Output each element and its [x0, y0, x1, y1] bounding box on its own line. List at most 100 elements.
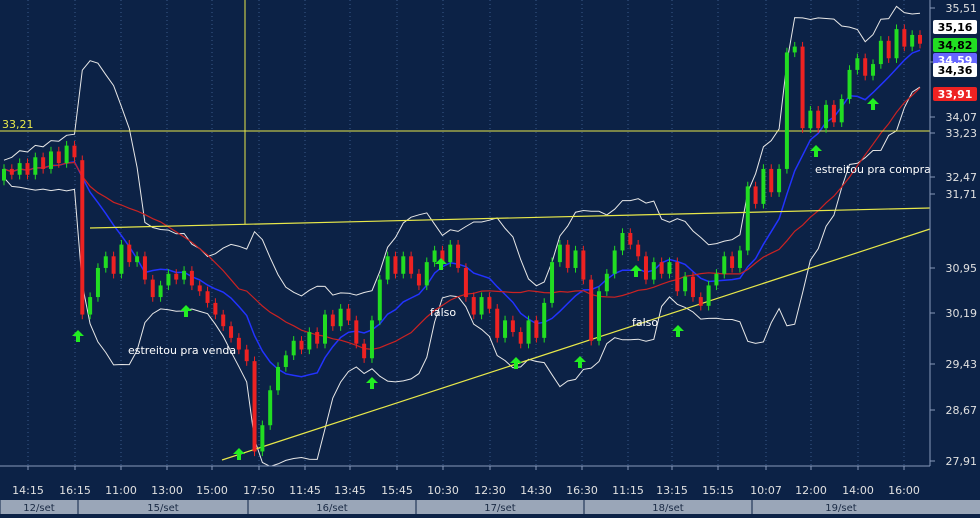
candle: [620, 233, 625, 251]
candle: [902, 29, 907, 47]
x-tick-label: 17:50: [243, 484, 275, 497]
candle: [690, 276, 695, 298]
candle: [354, 320, 359, 344]
candle: [260, 425, 265, 452]
annotation-label: falso: [430, 306, 456, 319]
candle: [722, 256, 727, 274]
annotation-label: falso: [632, 316, 658, 329]
y-tick-label: 30,19: [946, 307, 978, 320]
candle: [276, 366, 281, 391]
candle: [56, 151, 61, 164]
x-tick-label: 14:30: [520, 484, 552, 497]
candle: [487, 297, 492, 309]
annotation-label: estreitou pra venda: [128, 344, 236, 357]
x-tick-label: 13:45: [334, 484, 366, 497]
date-label: 18/set: [652, 503, 683, 514]
price-tag-label: 35,16: [938, 21, 973, 34]
candle: [745, 186, 750, 251]
candle: [824, 104, 829, 129]
candle: [103, 256, 108, 268]
candle: [268, 390, 273, 426]
candle: [315, 332, 320, 344]
candle: [385, 256, 390, 280]
candle: [111, 256, 116, 274]
candle: [25, 163, 30, 175]
x-tick-label: 11:45: [289, 484, 321, 497]
candle: [182, 270, 187, 280]
hline-value-label: 33,21: [2, 118, 34, 131]
y-tick-label: 33,23: [946, 127, 978, 140]
candle: [816, 110, 821, 129]
candle: [166, 273, 171, 286]
price-tag-label: 34,82: [938, 39, 973, 52]
candle: [463, 267, 468, 298]
x-tick-label: 12:00: [795, 484, 827, 497]
candle: [526, 320, 531, 344]
candle: [730, 256, 735, 268]
candle: [667, 262, 672, 274]
candle: [244, 349, 249, 362]
y-tick-label: 34,07: [946, 111, 978, 124]
x-tick-label: 12:30: [474, 484, 506, 497]
y-tick-label: 28,67: [946, 404, 978, 417]
candle: [80, 160, 85, 315]
candle: [612, 250, 617, 274]
candle: [878, 40, 883, 65]
candle: [886, 40, 891, 59]
x-tick-label: 11:00: [105, 484, 137, 497]
candle: [542, 302, 547, 338]
date-label: 12/set: [23, 503, 54, 514]
candle: [698, 297, 703, 306]
candle: [119, 244, 124, 274]
candle: [197, 285, 202, 292]
candle: [393, 256, 398, 274]
x-tick-label: 14:15: [12, 484, 44, 497]
candle: [784, 52, 789, 169]
date-label: 15/set: [147, 503, 178, 514]
candle: [636, 244, 641, 257]
candle: [581, 250, 586, 280]
candle: [918, 34, 922, 44]
candle: [377, 279, 382, 321]
candle: [9, 168, 14, 175]
candle: [150, 279, 155, 298]
y-tick-label: 32,47: [946, 171, 978, 184]
y-tick-label: 35,51: [946, 2, 978, 15]
candle: [518, 332, 523, 344]
candle: [330, 314, 335, 327]
candle: [495, 308, 500, 338]
candle: [550, 262, 555, 303]
y-axis-panel: [930, 0, 980, 514]
candle: [643, 256, 648, 280]
candle: [33, 157, 38, 175]
candle: [369, 320, 374, 359]
candle: [299, 340, 304, 350]
x-tick-label: 16:15: [59, 484, 91, 497]
candle: [683, 276, 688, 292]
candle: [2, 168, 6, 181]
candle: [777, 168, 782, 193]
candle: [847, 69, 852, 100]
candle: [322, 314, 327, 344]
chart-area: estreitou pra venda falso falso estreitou p…: [0, 0, 980, 514]
candle: [401, 256, 406, 274]
candle: [41, 157, 46, 169]
candle: [808, 110, 813, 129]
y-tick-label: 30,95: [946, 262, 978, 275]
candle: [714, 273, 719, 286]
candle: [307, 332, 312, 350]
candle: [17, 163, 22, 175]
candle: [221, 314, 226, 327]
candle: [737, 250, 742, 268]
candle: [456, 244, 461, 268]
candle: [471, 297, 476, 315]
candle: [409, 256, 414, 274]
candle: [291, 340, 296, 356]
candle: [573, 250, 578, 268]
candle: [871, 64, 876, 76]
candle: [510, 320, 515, 333]
candle: [831, 104, 836, 123]
x-tick-label: 11:15: [612, 484, 644, 497]
price-tag-label: 34,36: [938, 64, 973, 77]
candle: [362, 343, 367, 359]
